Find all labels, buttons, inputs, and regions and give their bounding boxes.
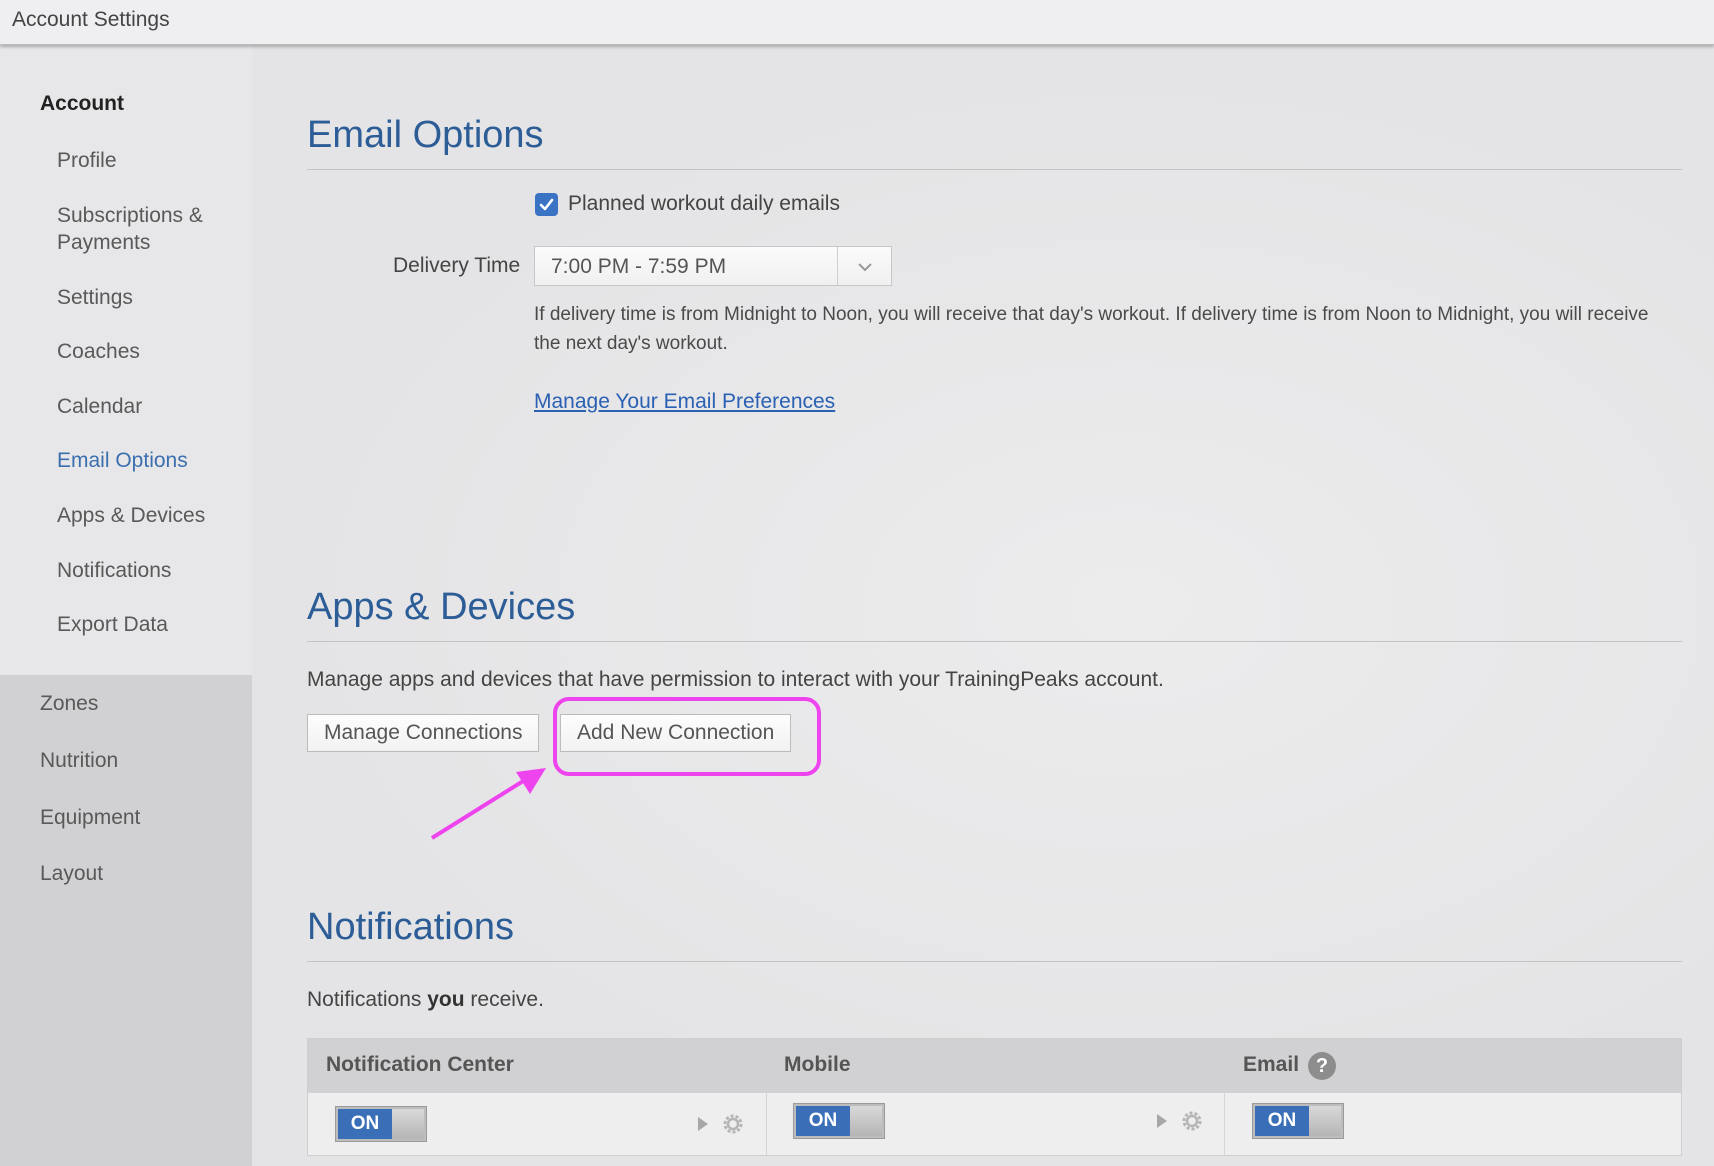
sidebar-item-calendar[interactable]: Calendar: [57, 393, 142, 420]
toggle-on-label: ON: [796, 1106, 850, 1136]
sidebar-other-groups: [0, 675, 252, 1166]
column-email: Email: [1243, 1053, 1300, 1076]
caret-right-icon[interactable]: [1157, 1114, 1167, 1128]
notifications-title: Notifications: [307, 906, 514, 948]
apps-devices-divider: [307, 641, 1682, 642]
sidebar-item-settings[interactable]: Settings: [57, 284, 133, 311]
sidebar-item-notifications[interactable]: Notifications: [57, 557, 171, 584]
column-notification-center: Notification Center: [326, 1053, 514, 1076]
notifications-description-pre: Notifications: [307, 988, 428, 1011]
annotation-highlight: [553, 697, 821, 776]
select-divider: [837, 247, 838, 285]
apps-devices-title: Apps & Devices: [307, 586, 576, 628]
sidebar-item-email-options[interactable]: Email Options: [57, 447, 188, 474]
manage-connections-button[interactable]: Manage Connections: [307, 714, 540, 752]
caret-right-icon[interactable]: [698, 1117, 708, 1131]
toggle-on-label: ON: [1255, 1106, 1309, 1136]
sidebar-item-subscriptions-line2[interactable]: Payments: [57, 229, 150, 256]
delivery-time-value: 7:00 PM - 7:59 PM: [551, 255, 727, 278]
sidebar-item-nutrition[interactable]: Nutrition: [40, 749, 118, 773]
sidebar-item-coaches[interactable]: Coaches: [57, 338, 140, 365]
sidebar-item-subscriptions[interactable]: Subscriptions &: [57, 202, 203, 229]
gear-icon[interactable]: [1179, 1108, 1205, 1134]
column-divider: [766, 1093, 767, 1155]
toggle-knob: [392, 1109, 424, 1139]
notifications-table-header: [308, 1039, 1681, 1093]
sidebar-item-profile[interactable]: Profile: [57, 147, 117, 174]
help-icon[interactable]: ?: [1308, 1052, 1336, 1080]
window-title: Account Settings: [12, 8, 170, 31]
gear-icon[interactable]: [720, 1111, 746, 1137]
notifications-divider: [307, 961, 1682, 962]
planned-workout-label: Planned workout daily emails: [568, 192, 840, 215]
mobile-toggle[interactable]: ON: [793, 1103, 885, 1139]
sidebar-heading-account[interactable]: Account: [40, 92, 124, 116]
notifications-description-bold: you: [427, 988, 465, 1011]
toggle-knob: [850, 1106, 882, 1136]
sidebar-item-export-data[interactable]: Export Data: [57, 611, 168, 638]
delivery-time-help: If delivery time is from Midnight to Noo…: [534, 304, 1649, 354]
sidebar-item-layout[interactable]: Layout: [40, 862, 103, 886]
sidebar-item-equipment[interactable]: Equipment: [40, 806, 140, 830]
planned-workout-checkbox[interactable]: [535, 193, 558, 216]
column-mobile: Mobile: [784, 1053, 851, 1076]
manage-email-preferences-link[interactable]: Manage Your Email Preferences: [534, 390, 835, 414]
email-toggle[interactable]: ON: [1252, 1103, 1344, 1139]
notifications-table-row: [308, 1093, 1681, 1155]
sidebar-item-zones[interactable]: Zones: [40, 692, 98, 716]
apps-devices-description: Manage apps and devices that have permis…: [307, 668, 1164, 691]
notifications-description-post: receive.: [464, 988, 544, 1011]
email-options-divider: [307, 169, 1682, 170]
chevron-down-icon: [858, 263, 872, 272]
sidebar-item-apps-devices[interactable]: Apps & Devices: [57, 502, 205, 529]
title-bar: Account Settings: [0, 0, 1714, 45]
delivery-time-label: Delivery Time: [393, 254, 521, 277]
column-divider: [1224, 1093, 1225, 1155]
toggle-on-label: ON: [338, 1109, 392, 1139]
annotation-arrow-icon: [430, 768, 546, 840]
notifications-description: Notifications you receive.: [307, 988, 544, 1012]
check-icon: [539, 198, 554, 211]
email-options-title: Email Options: [307, 114, 544, 156]
delivery-time-select[interactable]: 7:00 PM - 7:59 PM: [534, 246, 892, 286]
notification-center-toggle[interactable]: ON: [335, 1106, 427, 1142]
toggle-knob: [1309, 1106, 1341, 1136]
notifications-table: Notification Center Mobile Email ? ON ON…: [307, 1038, 1682, 1156]
